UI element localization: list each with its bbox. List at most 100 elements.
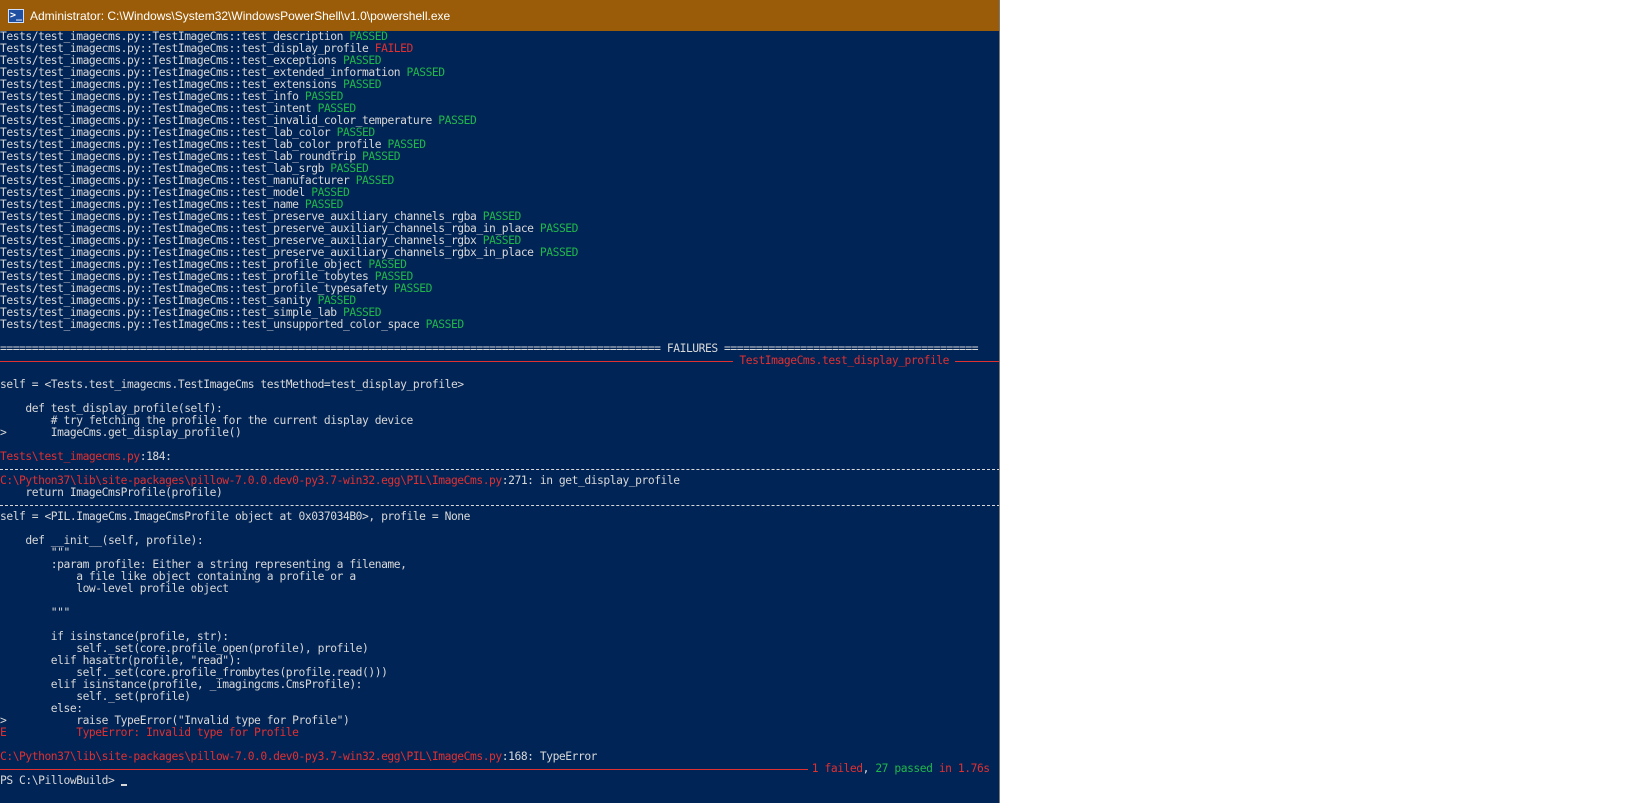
test-path: Tests/test_imagecms.py::TestImageCms:: bbox=[0, 163, 242, 175]
equals-rule-left: ========================================… bbox=[0, 343, 667, 355]
test-name: test_extensions bbox=[241, 79, 337, 91]
traceback-code-line: """ bbox=[0, 607, 71, 619]
test-status-passed: PASSED bbox=[317, 103, 357, 115]
traceback-code-line: > ImageCms.get_display_profile() bbox=[0, 427, 242, 439]
traceback-code-line: > raise TypeError("Invalid type for Prof… bbox=[0, 715, 350, 727]
summary-passed: 27 passed bbox=[875, 762, 933, 775]
test-path: Tests/test_imagecms.py::TestImageCms:: bbox=[0, 31, 242, 43]
test-name: test_lab_color_profile bbox=[241, 139, 382, 151]
traceback-code-line: else: bbox=[0, 703, 83, 715]
test-status-passed: PASSED bbox=[304, 199, 344, 211]
test-path: Tests/test_imagecms.py::TestImageCms:: bbox=[0, 127, 242, 139]
test-path: Tests/test_imagecms.py::TestImageCms:: bbox=[0, 199, 242, 211]
test-name: test_name bbox=[241, 199, 299, 211]
failure-title: TestImageCms.test_display_profile bbox=[733, 355, 955, 367]
test-status-passed: PASSED bbox=[406, 67, 446, 79]
test-result-line: Tests/test_imagecms.py::TestImageCms::te… bbox=[0, 235, 1000, 247]
traceback-file-link[interactable]: Tests\test_imagecms.py bbox=[0, 451, 140, 463]
window-border bbox=[999, 0, 1000, 803]
test-status-passed: PASSED bbox=[539, 247, 579, 259]
test-status-passed: PASSED bbox=[304, 91, 344, 103]
test-result-line: Tests/test_imagecms.py::TestImageCms::te… bbox=[0, 127, 1000, 139]
traceback-self-line: self = <PIL.ImageCms.ImageCmsProfile obj… bbox=[0, 511, 470, 523]
test-status-passed: PASSED bbox=[539, 223, 579, 235]
test-name: test_preserve_auxiliary_channels_rgba_in… bbox=[241, 223, 534, 235]
test-name: test_model bbox=[241, 187, 305, 199]
traceback-code-line: # try fetching the profile for the curre… bbox=[0, 415, 413, 427]
error-line: E TypeError: Invalid type for Profile bbox=[0, 727, 299, 739]
test-path: Tests/test_imagecms.py::TestImageCms:: bbox=[0, 319, 242, 331]
test-result-line: Tests/test_imagecms.py::TestImageCms::te… bbox=[0, 259, 1000, 271]
test-result-line: Tests/test_imagecms.py::TestImageCms::te… bbox=[0, 283, 1000, 295]
prompt-line[interactable]: PS C:\PillowBuild> bbox=[0, 775, 1000, 787]
test-status-passed: PASSED bbox=[482, 211, 522, 223]
test-status-passed: PASSED bbox=[336, 127, 376, 139]
test-status-passed: PASSED bbox=[355, 175, 395, 187]
test-path: Tests/test_imagecms.py::TestImageCms:: bbox=[0, 139, 242, 151]
test-name: test_info bbox=[241, 91, 299, 103]
traceback-code-line: self._set(core.profile_frombytes(profile… bbox=[0, 667, 388, 679]
traceback-code-line: elif isinstance(profile, _imagingcms.Cms… bbox=[0, 679, 363, 691]
test-result-line: Tests/test_imagecms.py::TestImageCms::te… bbox=[0, 91, 1000, 103]
test-path: Tests/test_imagecms.py::TestImageCms:: bbox=[0, 223, 242, 235]
test-result-line: Tests/test_imagecms.py::TestImageCms::te… bbox=[0, 55, 1000, 67]
window-title: Administrator: C:\Windows\System32\Windo… bbox=[30, 8, 451, 23]
test-path: Tests/test_imagecms.py::TestImageCms:: bbox=[0, 247, 242, 259]
test-path: Tests/test_imagecms.py::TestImageCms:: bbox=[0, 79, 242, 91]
test-name: test_preserve_auxiliary_channels_rgbx bbox=[241, 235, 477, 247]
traceback-code-line: a file like object containing a profile … bbox=[0, 571, 356, 583]
traceback-code-line: return ImageCmsProfile(profile) bbox=[0, 487, 223, 499]
test-path: Tests/test_imagecms.py::TestImageCms:: bbox=[0, 55, 242, 67]
test-result-line: Tests/test_imagecms.py::TestImageCms::te… bbox=[0, 151, 1000, 163]
traceback-code-line: self._set(profile) bbox=[0, 691, 191, 703]
test-result-line: Tests/test_imagecms.py::TestImageCms::te… bbox=[0, 307, 1000, 319]
traceback-code-line: """ bbox=[0, 547, 71, 559]
test-path: Tests/test_imagecms.py::TestImageCms:: bbox=[0, 43, 242, 55]
test-result-line: Tests/test_imagecms.py::TestImageCms::te… bbox=[0, 31, 1000, 43]
test-result-line: Tests/test_imagecms.py::TestImageCms::te… bbox=[0, 211, 1000, 223]
test-status-passed: PASSED bbox=[393, 283, 433, 295]
test-status-passed: PASSED bbox=[482, 235, 522, 247]
test-result-line: Tests/test_imagecms.py::TestImageCms::te… bbox=[0, 79, 1000, 91]
test-name: test_preserve_auxiliary_channels_rgba bbox=[241, 211, 477, 223]
traceback-file-link[interactable]: C:\Python37\lib\site-packages\pillow-7.0… bbox=[0, 475, 502, 487]
test-result-line: Tests/test_imagecms.py::TestImageCms::te… bbox=[0, 103, 1000, 115]
test-results-list: Tests/test_imagecms.py::TestImageCms::te… bbox=[0, 31, 1000, 331]
dashed-separator bbox=[0, 463, 1000, 475]
test-name: test_preserve_auxiliary_channels_rgbx_in… bbox=[241, 247, 534, 259]
test-name: test_exceptions bbox=[241, 55, 337, 67]
test-status-passed: PASSED bbox=[438, 115, 477, 127]
test-status-passed: PASSED bbox=[343, 307, 382, 319]
powershell-icon: >_ bbox=[8, 8, 24, 23]
test-name: test_unsupported_color_space bbox=[241, 319, 420, 331]
test-status-passed: PASSED bbox=[374, 271, 414, 283]
summary-failed: 1 failed bbox=[811, 762, 863, 775]
traceback-code-block: def test_display_profile(self): # try fe… bbox=[0, 403, 1000, 439]
traceback-code-line: def test_display_profile(self): bbox=[0, 403, 223, 415]
traceback-location: Tests\test_imagecms.py:184: bbox=[0, 451, 1000, 463]
test-status-passed: PASSED bbox=[343, 79, 382, 91]
test-result-line: Tests/test_imagecms.py::TestImageCms::te… bbox=[0, 187, 1000, 199]
test-result-line: Tests/test_imagecms.py::TestImageCms::te… bbox=[0, 115, 1000, 127]
prompt: PS C:\PillowBuild> bbox=[0, 775, 121, 787]
traceback-file-link[interactable]: C:\Python37\lib\site-packages\pillow-7.0… bbox=[0, 751, 502, 763]
test-name: test_extended_information bbox=[241, 67, 401, 79]
summary-sep: , bbox=[862, 762, 876, 775]
console-output[interactable]: Tests/test_imagecms.py::TestImageCms::te… bbox=[0, 31, 1000, 803]
test-path: Tests/test_imagecms.py::TestImageCms:: bbox=[0, 295, 242, 307]
test-path: Tests/test_imagecms.py::TestImageCms:: bbox=[0, 91, 242, 103]
powershell-window: >_ Administrator: C:\Windows\System32\Wi… bbox=[0, 0, 1000, 803]
traceback-code-line bbox=[0, 595, 1000, 607]
title-bar[interactable]: >_ Administrator: C:\Windows\System32\Wi… bbox=[0, 0, 1000, 31]
dashed-separator bbox=[0, 499, 1000, 511]
test-result-line: Tests/test_imagecms.py::TestImageCms::te… bbox=[0, 175, 1000, 187]
test-result-line: Tests/test_imagecms.py::TestImageCms::te… bbox=[0, 295, 1000, 307]
test-result-line: Tests/test_imagecms.py::TestImageCms::te… bbox=[0, 67, 1000, 79]
test-result-line: Tests/test_imagecms.py::TestImageCms::te… bbox=[0, 271, 1000, 283]
test-result-line: Tests/test_imagecms.py::TestImageCms::te… bbox=[0, 139, 1000, 151]
test-status-passed: PASSED bbox=[317, 295, 357, 307]
